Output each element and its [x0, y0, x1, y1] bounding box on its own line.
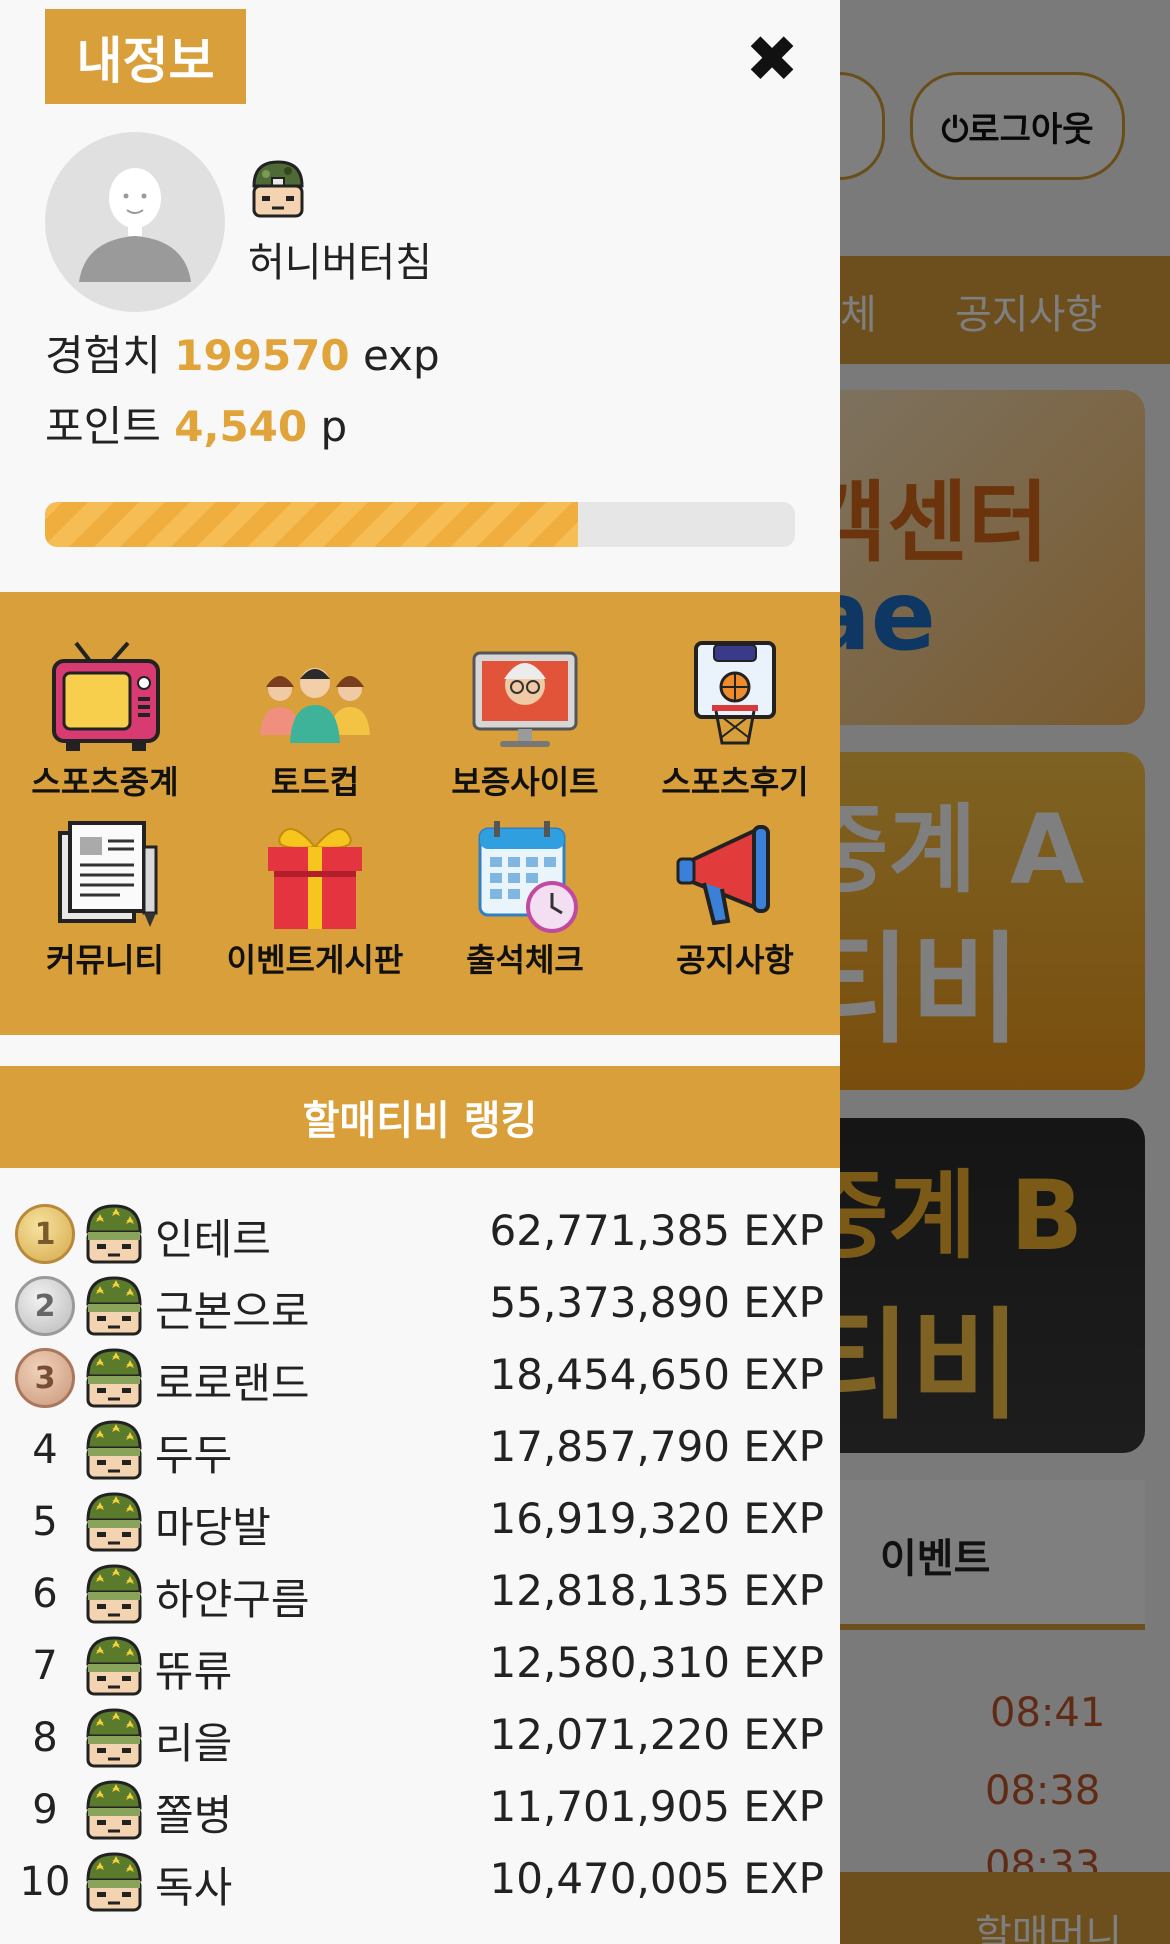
ranking-exp: 10,470,005 EXP [489, 1854, 824, 1903]
ranking-exp: 16,919,320 EXP [489, 1494, 824, 1543]
ranking-nickname: 두두 [155, 1431, 233, 1480]
level-progress-fill [45, 502, 578, 547]
ranking-exp: 17,857,790 EXP [489, 1422, 824, 1471]
ranking-title: 할매티비 랭킹 [0, 1066, 840, 1168]
rank-number: 9 [32, 1787, 58, 1833]
calendar-clock-icon [478, 821, 578, 933]
rank-medal-icon: 1 [15, 1204, 75, 1264]
ranking-exp: 11,701,905 EXP [489, 1782, 824, 1831]
ranking-nickname: 인테르 [155, 1215, 271, 1264]
soldier-rank-icon [252, 160, 304, 218]
soldier-rank-icon [84, 1850, 144, 1914]
ranking-nickname: 하얀구름 [155, 1575, 310, 1624]
rank-number: 6 [32, 1571, 58, 1617]
menu-label: 토드컵 [270, 763, 360, 801]
ranking-row[interactable]: 1 인테르 62,771,385 EXP [0, 1198, 840, 1270]
ranking-exp: 12,580,310 EXP [489, 1638, 824, 1687]
rank-number: 8 [32, 1715, 58, 1761]
ranking-nickname: 로로랜드 [155, 1359, 310, 1408]
rank-number: 5 [32, 1499, 58, 1545]
ranking-nickname: 독사 [155, 1863, 233, 1912]
rank-number: 7 [32, 1643, 58, 1689]
gift-icon [268, 828, 362, 929]
ranking-nickname: 뜌류 [155, 1647, 233, 1696]
nickname: 허니버터침 [248, 240, 432, 286]
soldier-rank-icon [84, 1346, 144, 1410]
level-progress-bar [45, 502, 795, 547]
ranking-row[interactable]: 5 마당발 16,919,320 EXP [0, 1486, 840, 1558]
quick-menu: 스포츠중계 토드컵 보증사이트 스포츠후기 커뮤니티 이벤트게시판 출석체크 공… [0, 592, 840, 1035]
ranking-exp: 62,771,385 EXP [489, 1206, 824, 1255]
menu-sports-broadcast[interactable]: 스포츠중계 [0, 639, 210, 819]
document-pen-icon [58, 821, 158, 927]
soldier-rank-icon [84, 1274, 144, 1338]
ranking-row[interactable]: 10 독사 10,470,005 EXP [0, 1846, 840, 1918]
rank-number: 10 [19, 1859, 71, 1905]
monitor-grandma-icon [472, 651, 578, 747]
menu-event-board[interactable]: 이벤트게시판 [210, 817, 420, 997]
menu-verified-sites[interactable]: 보증사이트 [420, 639, 630, 819]
default-avatar-icon [79, 168, 191, 282]
menu-attendance[interactable]: 출석체크 [420, 817, 630, 997]
point-stat: 포인트 4,540 p [45, 393, 347, 454]
menu-sports-review[interactable]: 스포츠후기 [630, 639, 840, 819]
ranking-nickname: 근본으로 [155, 1287, 310, 1336]
drawer-title: 내정보 [45, 9, 246, 104]
megaphone-icon [676, 825, 770, 926]
ranking-row[interactable]: 3 로로랜드 18,454,650 EXP [0, 1342, 840, 1414]
ranking-row[interactable]: 4 두두 17,857,790 EXP [0, 1414, 840, 1486]
ranking-nickname: 리을 [155, 1719, 233, 1768]
menu-todcup[interactable]: 토드컵 [210, 639, 420, 819]
point-unit: p [320, 402, 348, 451]
exp-stat: 경험치 199570 exp [45, 322, 440, 383]
exp-unit: exp [362, 331, 440, 380]
soldier-rank-icon [84, 1634, 144, 1698]
avatar [45, 132, 225, 312]
ranking-nickname: 쫄병 [155, 1791, 233, 1840]
basketball-hoop-icon [694, 641, 776, 745]
ranking-nickname: 마당발 [155, 1503, 271, 1552]
menu-label: 커뮤니티 [46, 941, 164, 979]
soldier-rank-icon [84, 1706, 144, 1770]
ranking-row[interactable]: 8 리을 12,071,220 EXP [0, 1702, 840, 1774]
ranking-exp: 12,818,135 EXP [489, 1566, 824, 1615]
menu-label: 보증사이트 [451, 763, 599, 801]
exp-label: 경험치 [45, 331, 161, 380]
menu-community[interactable]: 커뮤니티 [0, 817, 210, 997]
point-label: 포인트 [45, 402, 161, 451]
soldier-rank-icon [84, 1562, 144, 1626]
menu-label: 공지사항 [676, 941, 794, 979]
my-info-drawer: 내정보 ✖ 허니버터침 경험치 199570 exp 포인트 4,540 p 스… [0, 0, 840, 1944]
menu-notice[interactable]: 공지사항 [630, 817, 840, 997]
point-value: 4,540 [174, 402, 308, 451]
soldier-rank-icon [84, 1202, 144, 1266]
ranking-exp: 18,454,650 EXP [489, 1350, 824, 1399]
rank-medal-icon: 3 [15, 1348, 75, 1408]
menu-label: 스포츠중계 [31, 763, 179, 801]
tv-icon [52, 641, 160, 751]
soldier-rank-icon [84, 1778, 144, 1842]
close-button[interactable]: ✖ [742, 28, 802, 92]
menu-label: 스포츠후기 [661, 763, 809, 801]
ranking-exp: 12,071,220 EXP [489, 1710, 824, 1759]
rank-number: 4 [32, 1427, 58, 1473]
ranking-row[interactable]: 6 하얀구름 12,818,135 EXP [0, 1558, 840, 1630]
rank-medal-icon: 2 [15, 1276, 75, 1336]
menu-label: 출석체크 [466, 941, 584, 979]
exp-value: 199570 [174, 331, 350, 380]
soldier-rank-icon [84, 1490, 144, 1554]
ranking-row[interactable]: 2 근본으로 55,373,890 EXP [0, 1270, 840, 1342]
people-icon [260, 668, 370, 743]
ranking-row[interactable]: 7 뜌류 12,580,310 EXP [0, 1630, 840, 1702]
menu-label: 이벤트게시판 [226, 941, 404, 979]
soldier-rank-icon [84, 1418, 144, 1482]
ranking-row[interactable]: 9 쫄병 11,701,905 EXP [0, 1774, 840, 1846]
ranking-exp: 55,373,890 EXP [489, 1278, 824, 1327]
